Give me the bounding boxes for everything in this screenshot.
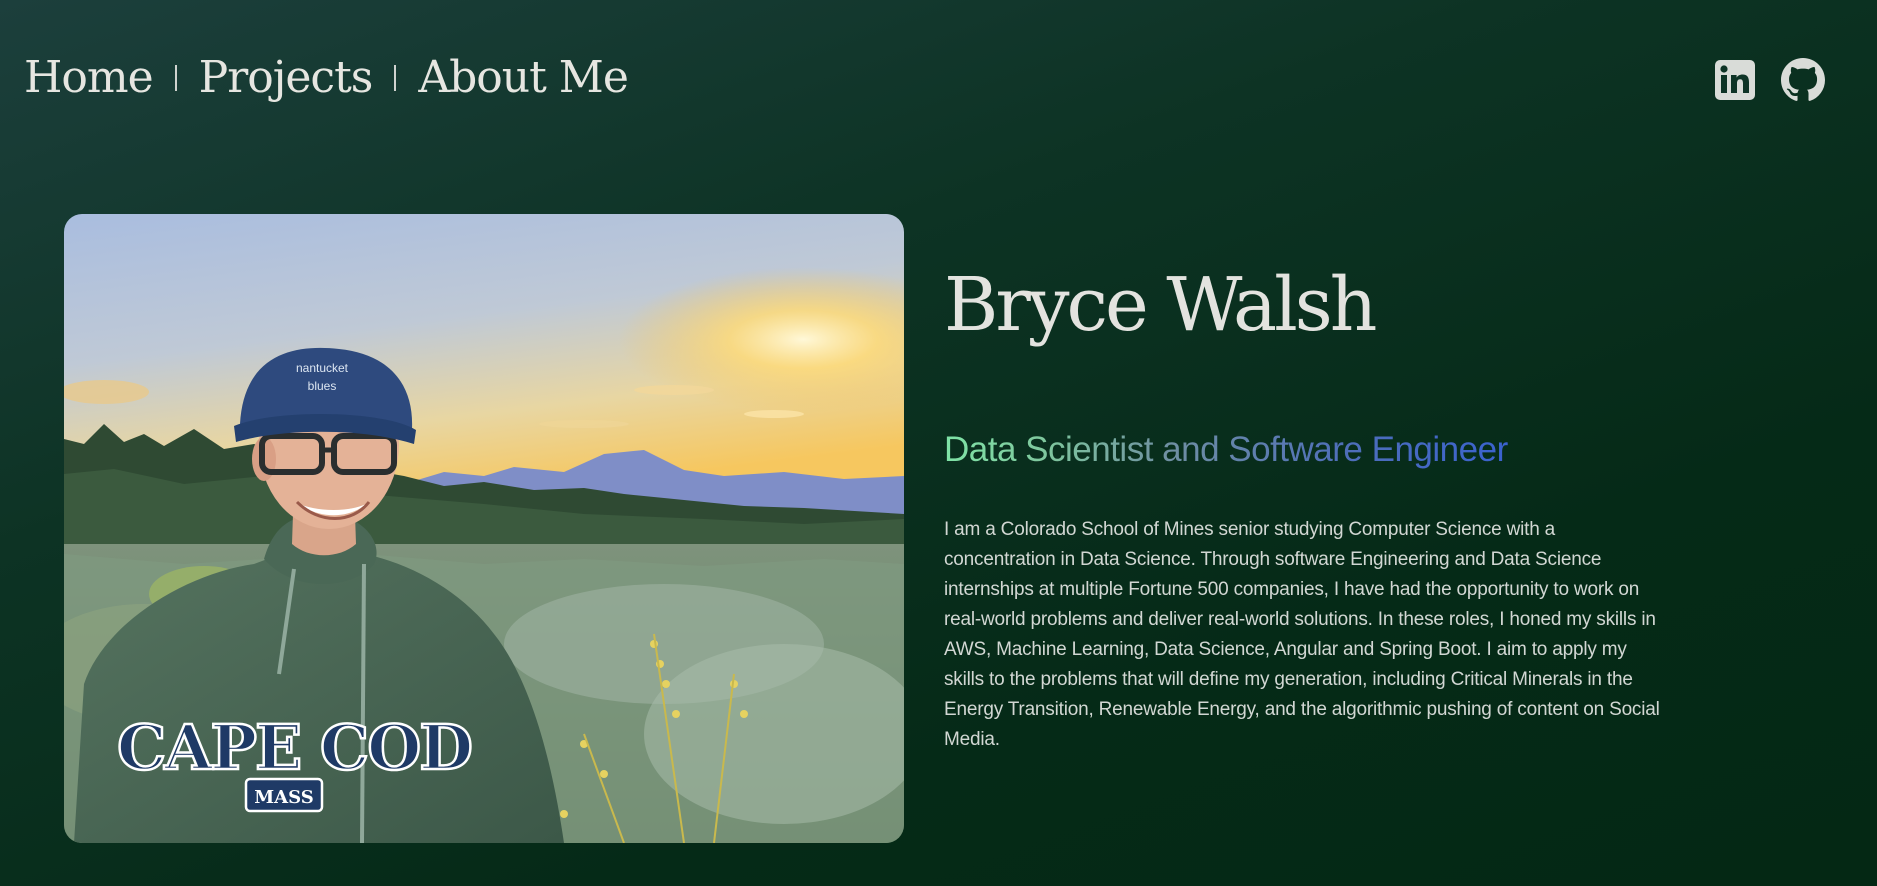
social-links [1713, 58, 1825, 102]
github-icon[interactable] [1781, 58, 1825, 102]
hoodie-text: CAPE COD [117, 711, 471, 784]
hero-subtitle: Data Scientist and Software Engineer [944, 430, 1508, 469]
nav-home-link[interactable]: Home [24, 52, 154, 103]
profile-photo: nantucket blues CAPE COD MASS [64, 214, 904, 843]
hero-name: Bryce Walsh [944, 262, 1377, 348]
nav-divider [394, 64, 397, 91]
hoodie-badge: MASS [254, 787, 314, 808]
nav-about-link[interactable]: About Me [418, 52, 629, 103]
hat-text-top: nantucket [296, 361, 349, 375]
hero-bio: I am a Colorado School of Mines senior s… [944, 519, 1660, 750]
hat-text-bottom: blues [308, 379, 337, 393]
nav-divider [174, 64, 177, 91]
nav-projects-link[interactable]: Projects [199, 52, 374, 103]
main-nav: Home Projects About Me [24, 52, 629, 103]
profile-photo-illustration: nantucket blues CAPE COD MASS [64, 214, 904, 843]
linkedin-icon[interactable] [1713, 58, 1757, 102]
